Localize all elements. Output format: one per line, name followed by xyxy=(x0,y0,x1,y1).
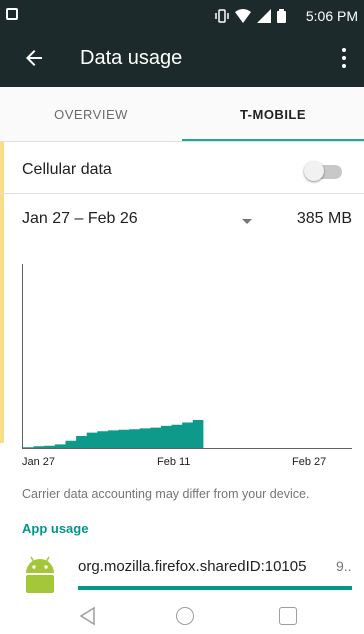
tab-bar: OVERVIEW T-MOBILE xyxy=(0,87,364,142)
status-bar: 5:06 PM xyxy=(0,0,364,32)
app-toolbar: Data usage xyxy=(0,32,364,87)
x-tick-label: Feb 27 xyxy=(292,456,327,468)
dropdown-arrow-icon[interactable] xyxy=(242,219,252,224)
app-usage-bar xyxy=(78,586,352,590)
tab-overview[interactable]: OVERVIEW xyxy=(0,87,182,141)
cellular-data-label: Cellular data xyxy=(22,161,112,178)
wifi-icon xyxy=(235,9,251,23)
tab-t-mobile[interactable]: T-MOBILE xyxy=(182,87,364,141)
usage-total: 385 MB xyxy=(296,210,352,227)
app-usage-header: App usage xyxy=(22,521,89,536)
navigation-bar xyxy=(0,598,364,634)
signal-icon xyxy=(257,9,271,23)
app-usage-item-size: 9.. xyxy=(336,558,352,574)
x-tick-label: Jan 27 xyxy=(22,456,56,468)
billing-cycle-selector[interactable]: Jan 27 – Feb 26 xyxy=(22,210,138,228)
clock-time: 5:06 PM xyxy=(305,8,358,24)
android-icon xyxy=(26,556,54,593)
x-tick-label: Feb 11 xyxy=(157,456,191,468)
divider xyxy=(0,193,364,194)
battery-icon xyxy=(277,9,286,23)
arrow-back-icon[interactable] xyxy=(22,46,46,70)
usage-chart xyxy=(22,264,352,449)
page-title: Data usage xyxy=(80,47,183,69)
nav-back-icon[interactable] xyxy=(78,606,98,626)
selected-tab-indicator xyxy=(182,139,364,141)
status-icons xyxy=(215,7,286,25)
nav-recents-icon[interactable] xyxy=(279,607,297,625)
usage-area xyxy=(23,420,204,448)
vibrate-icon xyxy=(215,9,229,23)
nav-home-icon[interactable] xyxy=(176,607,194,625)
cellular-data-toggle-thumb[interactable] xyxy=(304,161,324,181)
notification-icon xyxy=(6,8,18,20)
more-vert-icon[interactable] xyxy=(334,46,354,70)
app-usage-item-name[interactable]: org.mozilla.firefox.sharedID:10105 xyxy=(78,558,306,575)
carrier-disclaimer: Carrier data accounting may differ from … xyxy=(22,487,310,501)
